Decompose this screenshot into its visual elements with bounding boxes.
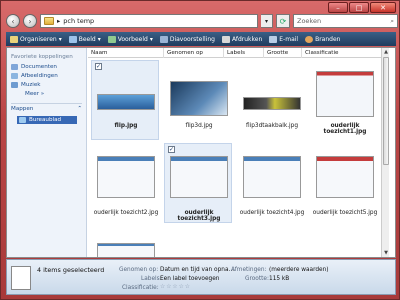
navigation-pane: Favoriete koppelingen Documenten Afbeeld…	[7, 48, 87, 257]
image-thumbnail	[316, 71, 374, 117]
column-date-taken[interactable]: Genomen op	[164, 48, 224, 58]
back-button[interactable]: ‹	[6, 14, 20, 28]
file-name: flip3d.jpg	[185, 123, 213, 129]
column-rating[interactable]: Classificatie	[302, 48, 382, 58]
refresh-button[interactable]: ⟳	[276, 14, 290, 28]
image-thumbnail	[243, 97, 301, 110]
address-box[interactable]: ▸ pch temp	[40, 14, 258, 28]
search-placeholder: Zoeken	[297, 17, 322, 25]
dimensions-value: (meerdere waarden)	[269, 267, 329, 273]
file-tile[interactable]: flip3dtaakbalk.jpg	[237, 60, 305, 140]
file-tile[interactable]: flip3d.jpg	[164, 60, 232, 140]
size-label: Grootte:	[245, 276, 269, 282]
file-tile[interactable]: ouderlijk toezicht2.jpg	[91, 143, 159, 223]
column-headers: Naam Genomen op Labels Grootte Classific…	[88, 48, 389, 58]
column-size[interactable]: Grootte	[264, 48, 302, 58]
command-bar: Organiseren ▾ Beeld ▾ Voorbeeld ▾ Diavoorst…	[6, 32, 396, 46]
nav-link-pictures[interactable]: Afbeeldingen	[11, 73, 82, 79]
print-icon	[221, 35, 230, 43]
file-tile[interactable]: ouderlijk toezicht1.jpg	[310, 60, 378, 140]
image-thumbnail	[316, 156, 374, 198]
slideshow-icon	[159, 35, 168, 43]
file-tile[interactable]: ouderlijk toezicht5.jpg	[310, 143, 378, 223]
search-icon: ⌕	[390, 16, 394, 25]
dimensions-label: Afmetingen:	[231, 267, 267, 273]
column-name[interactable]: Naam	[88, 48, 164, 58]
pictures-icon	[11, 73, 18, 79]
chevron-up-icon: ⌃	[77, 106, 82, 112]
organize-button[interactable]: Organiseren ▾	[10, 35, 62, 43]
file-name: ouderlijk toezicht4.jpg	[239, 210, 305, 216]
file-tile[interactable]: ✓ ouderlijk toezicht3.jpg	[164, 143, 232, 223]
email-button[interactable]: E-mail	[269, 35, 298, 43]
preview-button[interactable]: Voorbeeld ▾	[107, 35, 153, 43]
scroll-down-arrow-icon[interactable]: ▼	[382, 249, 389, 257]
print-button[interactable]: Afdrukken	[221, 35, 262, 43]
image-thumbnail	[170, 156, 228, 198]
column-labels[interactable]: Labels	[224, 48, 264, 58]
folder-tree-desktop[interactable]: Bureaublad	[17, 116, 77, 124]
selection-thumbnail	[11, 266, 31, 290]
checkbox-checked[interactable]: ✓	[168, 146, 175, 153]
checkbox-checked[interactable]: ✓	[95, 63, 102, 70]
image-thumbnail	[170, 81, 228, 116]
date-taken-label: Genomen op:	[119, 267, 159, 273]
image-thumbnail	[97, 156, 155, 198]
address-path: pch temp	[63, 17, 95, 25]
folders-toggle[interactable]: Mappen ⌃	[11, 103, 82, 112]
file-tile[interactable]: ouderlijk toezicht4.jpg	[237, 143, 305, 223]
explorer-window: – □ ✕ ‹ › ▸ pch temp ▾ ⟳ Zoeken ⌕ Organi…	[0, 0, 400, 300]
scrollbar-thumb[interactable]	[383, 57, 389, 165]
file-tile[interactable]: ✓ flip.jpg	[91, 60, 159, 140]
documents-icon	[11, 64, 18, 70]
file-name: flip.jpg	[114, 123, 138, 129]
favorites-header: Favoriete koppelingen	[11, 54, 73, 60]
burn-button[interactable]: Branden	[305, 35, 340, 43]
nav-link-documents[interactable]: Documenten	[11, 64, 82, 70]
rating-stars[interactable]: ☆☆☆☆☆	[160, 284, 191, 290]
file-name: ouderlijk toezicht1.jpg	[323, 123, 367, 135]
burn-icon	[305, 35, 314, 43]
image-thumbnail	[243, 156, 301, 198]
music-icon	[11, 82, 18, 88]
file-name: ouderlijk toezicht2.jpg	[93, 210, 159, 216]
forward-button[interactable]: ›	[23, 14, 37, 28]
address-dropdown-button[interactable]: ▾	[261, 14, 273, 28]
file-name: ouderlijk toezicht3.jpg	[177, 210, 221, 222]
file-name: ouderlijk toezicht5.jpg	[312, 210, 378, 216]
image-thumbnail	[97, 243, 155, 257]
preview-icon	[107, 35, 116, 43]
organize-icon	[10, 35, 18, 43]
rating-label: Classificatie:	[122, 285, 159, 291]
address-bar-row: ‹ › ▸ pch temp ▾ ⟳ Zoeken ⌕	[6, 12, 398, 30]
main-pane: Favoriete koppelingen Documenten Afbeeld…	[6, 47, 396, 258]
vertical-scrollbar[interactable]: ▲ ▼	[381, 48, 389, 257]
labels-label: Labels:	[141, 276, 162, 282]
details-pane: 4 items geselecteerd Genomen op: Datum e…	[6, 259, 396, 295]
image-thumbnail	[97, 94, 155, 110]
scroll-up-arrow-icon[interactable]: ▲	[382, 48, 389, 56]
email-icon	[269, 35, 278, 43]
more-links-button[interactable]: Meer »	[25, 91, 82, 97]
file-name: flip3dtaakbalk.jpg	[245, 123, 299, 129]
desktop-icon	[19, 117, 26, 123]
size-value: 115 kB	[269, 276, 290, 282]
view-button[interactable]: Beeld ▾	[68, 35, 101, 43]
breadcrumb-arrow-icon: ▸	[57, 17, 61, 25]
date-taken-value[interactable]: Datum en tijd van opna...	[160, 267, 234, 273]
search-input[interactable]: Zoeken ⌕	[293, 14, 398, 28]
add-label-field[interactable]: Een label toevoegen	[160, 276, 219, 282]
folder-icon	[44, 17, 54, 25]
slideshow-button[interactable]: Diavoorstelling	[159, 35, 215, 43]
file-tile[interactable]	[91, 228, 159, 257]
view-icon	[68, 35, 77, 43]
file-list-area: Naam Genomen op Labels Grootte Classific…	[88, 48, 389, 257]
nav-link-music[interactable]: Muziek	[11, 82, 82, 88]
selection-count: 4 items geselecteerd	[37, 266, 105, 274]
